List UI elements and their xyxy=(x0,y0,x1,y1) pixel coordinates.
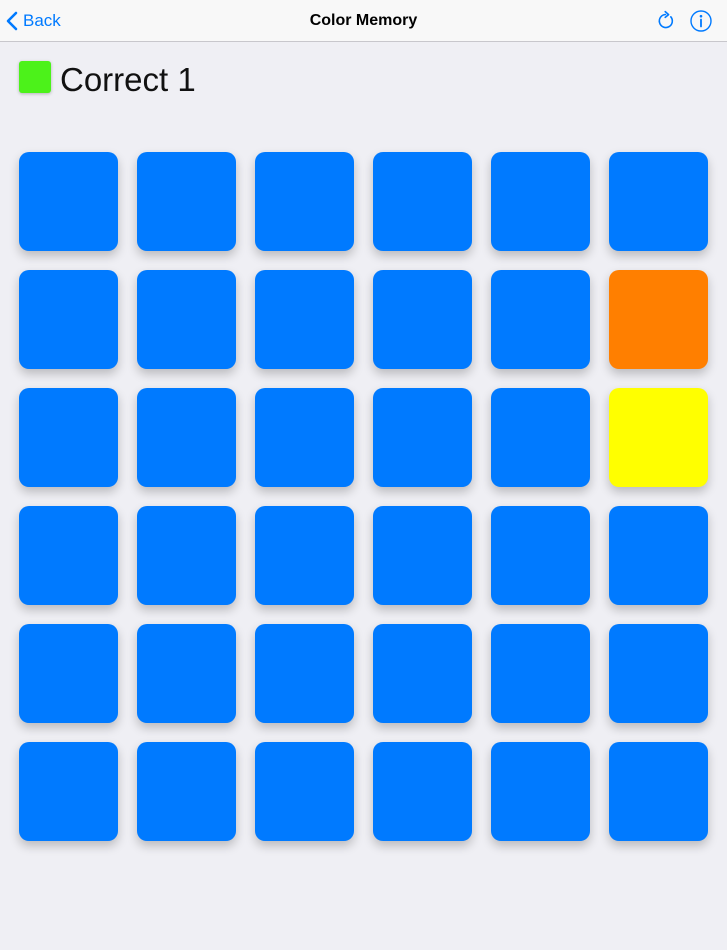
color-tile[interactable] xyxy=(491,506,590,605)
color-tile[interactable] xyxy=(373,624,472,723)
color-tile[interactable] xyxy=(255,388,354,487)
color-tile-grid xyxy=(19,152,708,841)
color-tile[interactable] xyxy=(137,388,236,487)
color-tile[interactable] xyxy=(19,270,118,369)
color-tile[interactable] xyxy=(137,270,236,369)
color-tile[interactable] xyxy=(373,506,472,605)
navigation-bar: Back Color Memory xyxy=(0,0,727,42)
color-tile[interactable] xyxy=(137,152,236,251)
color-tile[interactable] xyxy=(491,270,590,369)
color-tile[interactable] xyxy=(19,624,118,723)
color-tile[interactable] xyxy=(609,742,708,841)
color-tile[interactable] xyxy=(491,742,590,841)
color-tile[interactable] xyxy=(609,506,708,605)
score-label: Correct 1 xyxy=(60,61,196,98)
color-tile[interactable] xyxy=(255,270,354,369)
refresh-icon[interactable] xyxy=(654,9,678,33)
page-title: Color Memory xyxy=(309,12,418,29)
color-tile[interactable] xyxy=(373,152,472,251)
color-tile[interactable] xyxy=(255,742,354,841)
color-tile[interactable] xyxy=(609,152,708,251)
color-tile[interactable] xyxy=(19,742,118,841)
color-tile[interactable] xyxy=(373,742,472,841)
color-tile[interactable] xyxy=(137,624,236,723)
target-color-swatch xyxy=(19,61,51,93)
color-tile[interactable] xyxy=(19,388,118,487)
color-tile[interactable] xyxy=(609,270,708,369)
color-tile[interactable] xyxy=(137,742,236,841)
info-icon[interactable] xyxy=(689,9,713,33)
color-tile[interactable] xyxy=(491,624,590,723)
color-tile[interactable] xyxy=(491,388,590,487)
color-tile[interactable] xyxy=(255,506,354,605)
color-tile[interactable] xyxy=(19,152,118,251)
color-tile[interactable] xyxy=(19,506,118,605)
color-tile[interactable] xyxy=(255,152,354,251)
color-tile[interactable] xyxy=(491,152,590,251)
color-tile[interactable] xyxy=(373,270,472,369)
color-tile[interactable] xyxy=(137,506,236,605)
color-tile[interactable] xyxy=(609,624,708,723)
color-tile[interactable] xyxy=(373,388,472,487)
color-tile[interactable] xyxy=(609,388,708,487)
score-status: Correct 1 xyxy=(19,61,196,99)
color-tile[interactable] xyxy=(255,624,354,723)
